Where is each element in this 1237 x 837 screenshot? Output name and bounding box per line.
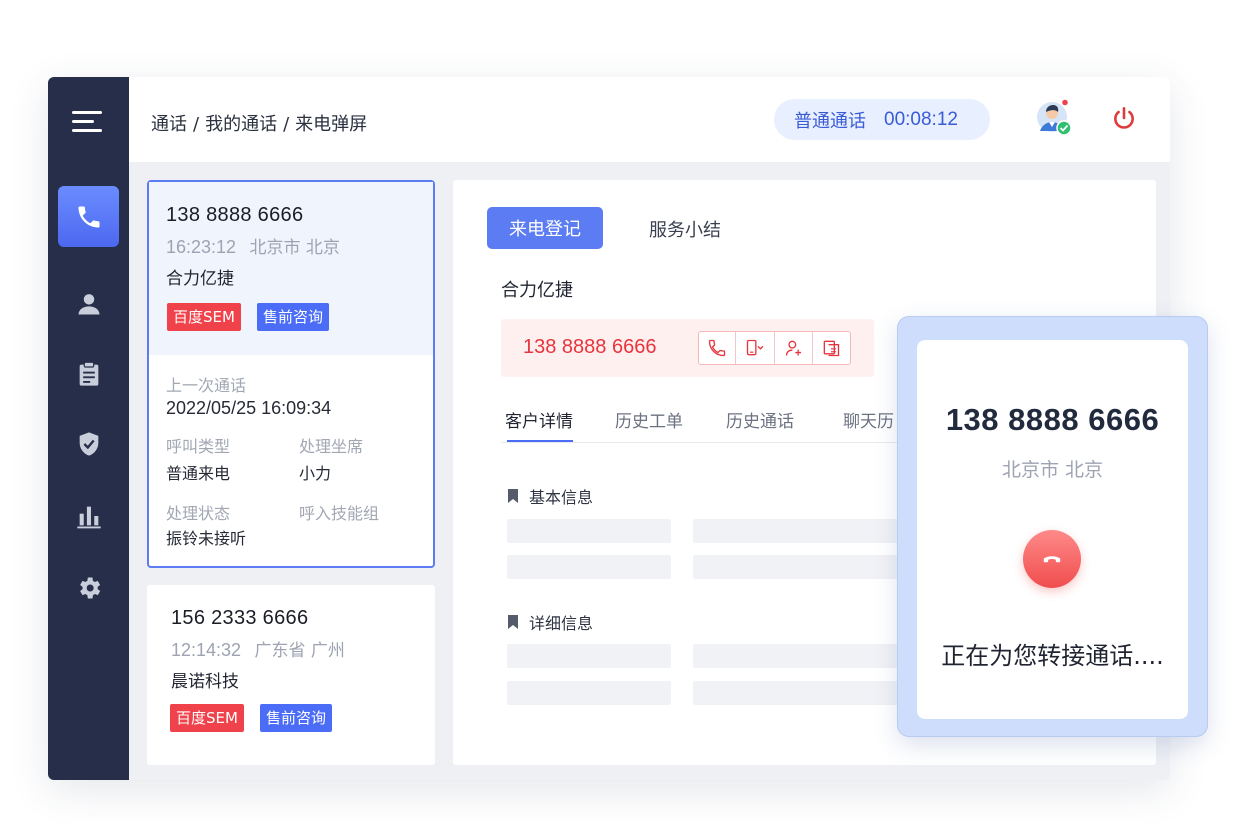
caller-number: 138 8888 6666 xyxy=(166,204,304,226)
skill-group-label: 呼入技能组 xyxy=(299,504,380,523)
detail-subtabs: 客户详情 历史工单 历史通话 聊天历 xyxy=(501,407,901,443)
agent-label: 处理坐席 xyxy=(299,437,364,456)
placeholder-field xyxy=(507,644,671,668)
subtab-history-calls[interactable]: 历史通话 xyxy=(726,407,794,432)
placeholder-field xyxy=(693,644,898,668)
caller-location: 北京市 北京 xyxy=(249,238,340,258)
placeholder-field xyxy=(507,555,671,579)
breadcrumb-item[interactable]: 通话 xyxy=(151,114,187,135)
placeholder-field xyxy=(693,519,898,543)
breadcrumb: 通话 / 我的通话 / 来电弹屏 xyxy=(151,114,368,135)
caller-company: 晨诺科技 xyxy=(171,672,239,692)
call-meta: 16:23:12 北京市 北京 xyxy=(166,233,340,258)
subtab-active-indicator xyxy=(507,440,573,442)
last-call-value: 2022/05/25 16:09:34 xyxy=(166,398,332,418)
copy-icon xyxy=(824,340,840,357)
phone-actions xyxy=(698,331,851,365)
sidebar-item-orders[interactable] xyxy=(58,343,119,404)
incoming-call-popup: 138 8888 6666 北京市 北京 正在为您转接通话.... xyxy=(897,316,1208,737)
call-time: 12:14:32 xyxy=(171,640,242,660)
call-timer: 00:08:12 xyxy=(884,108,958,130)
phone-outline-icon xyxy=(708,339,726,357)
subtab-chat-history[interactable]: 聊天历 xyxy=(843,407,894,432)
device-dropdown[interactable] xyxy=(736,332,776,364)
call-button[interactable] xyxy=(699,332,737,364)
phone-icon xyxy=(78,206,99,227)
breadcrumb-item-current: 来电弹屏 xyxy=(295,114,368,135)
hangup-button[interactable] xyxy=(1023,530,1081,588)
caller-location: 广东省 广州 xyxy=(254,641,345,661)
caller-company: 合力亿捷 xyxy=(166,269,234,289)
sidebar-item-calls[interactable] xyxy=(58,186,119,247)
hangup-icon xyxy=(1043,556,1061,563)
section-basic-title: 基本信息 xyxy=(529,488,594,507)
subtab-history-orders[interactable]: 历史工单 xyxy=(615,407,683,432)
section-detail-info: 详细信息 xyxy=(507,610,593,634)
call-time: 16:23:12 xyxy=(166,237,237,257)
popup-card: 138 8888 6666 北京市 北京 正在为您转接通话.... xyxy=(917,340,1188,719)
power-icon[interactable] xyxy=(1111,105,1137,131)
call-card-active[interactable]: 138 8888 6666 16:23:12 北京市 北京 合力亿捷 百度SEM… xyxy=(147,180,435,568)
call-type-label: 普通通话 xyxy=(794,110,866,132)
sidebar-item-reports[interactable] xyxy=(58,485,119,546)
call-card[interactable]: 156 2333 6666 12:14:32 广东省 广州 晨诺科技 百度SEM… xyxy=(147,585,435,765)
gear-icon xyxy=(79,577,100,598)
popup-caller-number: 138 8888 6666 xyxy=(945,402,1160,437)
user-icon xyxy=(78,293,99,314)
phone-bar: 138 8888 6666 xyxy=(501,319,874,377)
customer-phone: 138 8888 6666 xyxy=(523,336,657,358)
copy-button[interactable] xyxy=(813,332,850,364)
last-call-label: 上一次通话 xyxy=(166,376,247,395)
placeholder-field xyxy=(693,681,898,705)
agent-value: 小力 xyxy=(299,464,332,483)
subtab-customer-detail[interactable]: 客户详情 xyxy=(505,407,573,432)
state-label: 处理状态 xyxy=(166,504,231,523)
popup-caller-location: 北京市 北京 xyxy=(1001,459,1104,481)
sidebar-item-security[interactable] xyxy=(58,413,119,474)
tab-call-register[interactable]: 来电登记 xyxy=(487,207,603,249)
category-tag: 售前咨询 xyxy=(257,303,330,331)
call-status-pill: 普通通话 00:08:12 xyxy=(774,99,990,140)
sidebar-item-settings[interactable] xyxy=(58,557,119,618)
transfer-status-text: 正在为您转接通话.... xyxy=(941,642,1164,670)
customer-name: 合力亿捷 xyxy=(501,280,573,301)
section-detail-title: 详细信息 xyxy=(529,614,594,633)
call-kind-label: 呼叫类型 xyxy=(166,437,231,456)
add-user-icon xyxy=(785,340,801,356)
menu-icon[interactable] xyxy=(72,107,104,135)
add-contact-button[interactable] xyxy=(775,332,813,364)
sidebar-item-customers[interactable] xyxy=(58,273,119,334)
mobile-chevron-icon xyxy=(747,339,764,356)
bookmark-icon xyxy=(508,615,518,629)
placeholder-field xyxy=(507,519,671,543)
tab-service-summary[interactable]: 服务小结 xyxy=(649,216,721,242)
bookmark-icon xyxy=(508,489,518,503)
source-tag: 百度SEM xyxy=(167,303,241,331)
bar-chart-icon xyxy=(76,506,101,528)
placeholder-field xyxy=(693,555,898,579)
clipboard-icon xyxy=(79,361,98,386)
top-header: 通话 / 我的通话 / 来电弹屏 普通通话 00:08:12 xyxy=(129,77,1170,162)
caller-number: 156 2333 6666 xyxy=(171,607,309,629)
breadcrumb-item[interactable]: 我的通话 xyxy=(205,114,277,135)
avatar[interactable] xyxy=(1036,99,1072,135)
state-value: 振铃未接听 xyxy=(166,529,247,548)
call-kind-value: 普通来电 xyxy=(166,464,231,483)
sidebar xyxy=(48,77,129,780)
call-meta: 12:14:32 广东省 广州 xyxy=(171,636,345,661)
placeholder-field xyxy=(507,681,671,705)
shield-icon xyxy=(79,431,98,456)
source-tag: 百度SEM xyxy=(170,704,244,732)
section-basic-info: 基本信息 xyxy=(507,484,593,508)
category-tag: 售前咨询 xyxy=(260,704,333,732)
